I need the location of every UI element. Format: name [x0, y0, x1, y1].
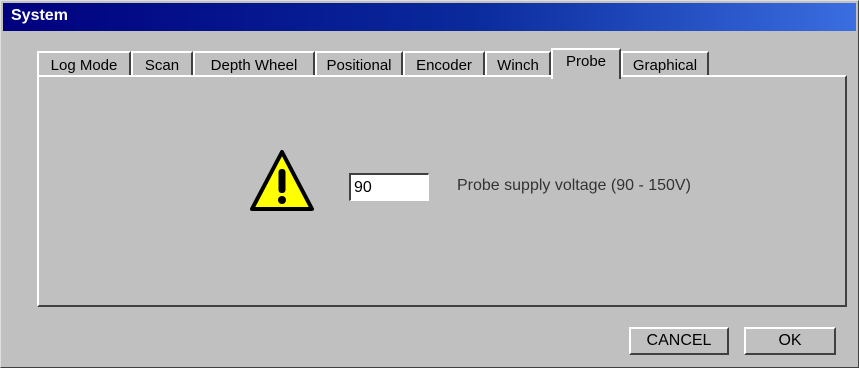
warning-icon: [250, 150, 314, 211]
tab-positional[interactable]: Positional: [315, 51, 403, 77]
probe-voltage-input[interactable]: [349, 173, 429, 201]
tab-depth-wheel[interactable]: Depth Wheel: [193, 51, 315, 77]
tab-graphical[interactable]: Graphical: [621, 51, 709, 77]
tab-label: Scan: [144, 56, 180, 74]
window-title: System: [11, 7, 68, 24]
tab-probe[interactable]: Probe: [551, 48, 621, 79]
tab-label: Graphical: [632, 56, 698, 74]
ok-button[interactable]: OK: [744, 327, 836, 355]
tab-log-mode[interactable]: Log Mode: [37, 51, 131, 77]
tab-encoder[interactable]: Encoder: [403, 51, 485, 77]
tab-label: Log Mode: [50, 56, 118, 74]
tab-scan[interactable]: Scan: [131, 51, 193, 77]
tab-label: Encoder: [416, 56, 472, 74]
tab-label: Probe: [565, 53, 607, 70]
tab-label: Depth Wheel: [210, 56, 298, 74]
tab-strip: Log Mode Scan Depth Wheel Positional Enc…: [37, 47, 709, 79]
tab-label: Winch: [497, 56, 539, 74]
system-dialog: System Log Mode Scan Depth Wheel Positio…: [0, 0, 859, 368]
probe-voltage-label: Probe supply voltage (90 - 150V): [457, 177, 691, 194]
tab-winch[interactable]: Winch: [485, 51, 551, 77]
title-bar[interactable]: System: [3, 3, 856, 31]
tab-label: Positional: [326, 56, 392, 74]
probe-panel: Probe supply voltage (90 - 150V): [37, 75, 847, 307]
cancel-button[interactable]: CANCEL: [629, 327, 729, 355]
